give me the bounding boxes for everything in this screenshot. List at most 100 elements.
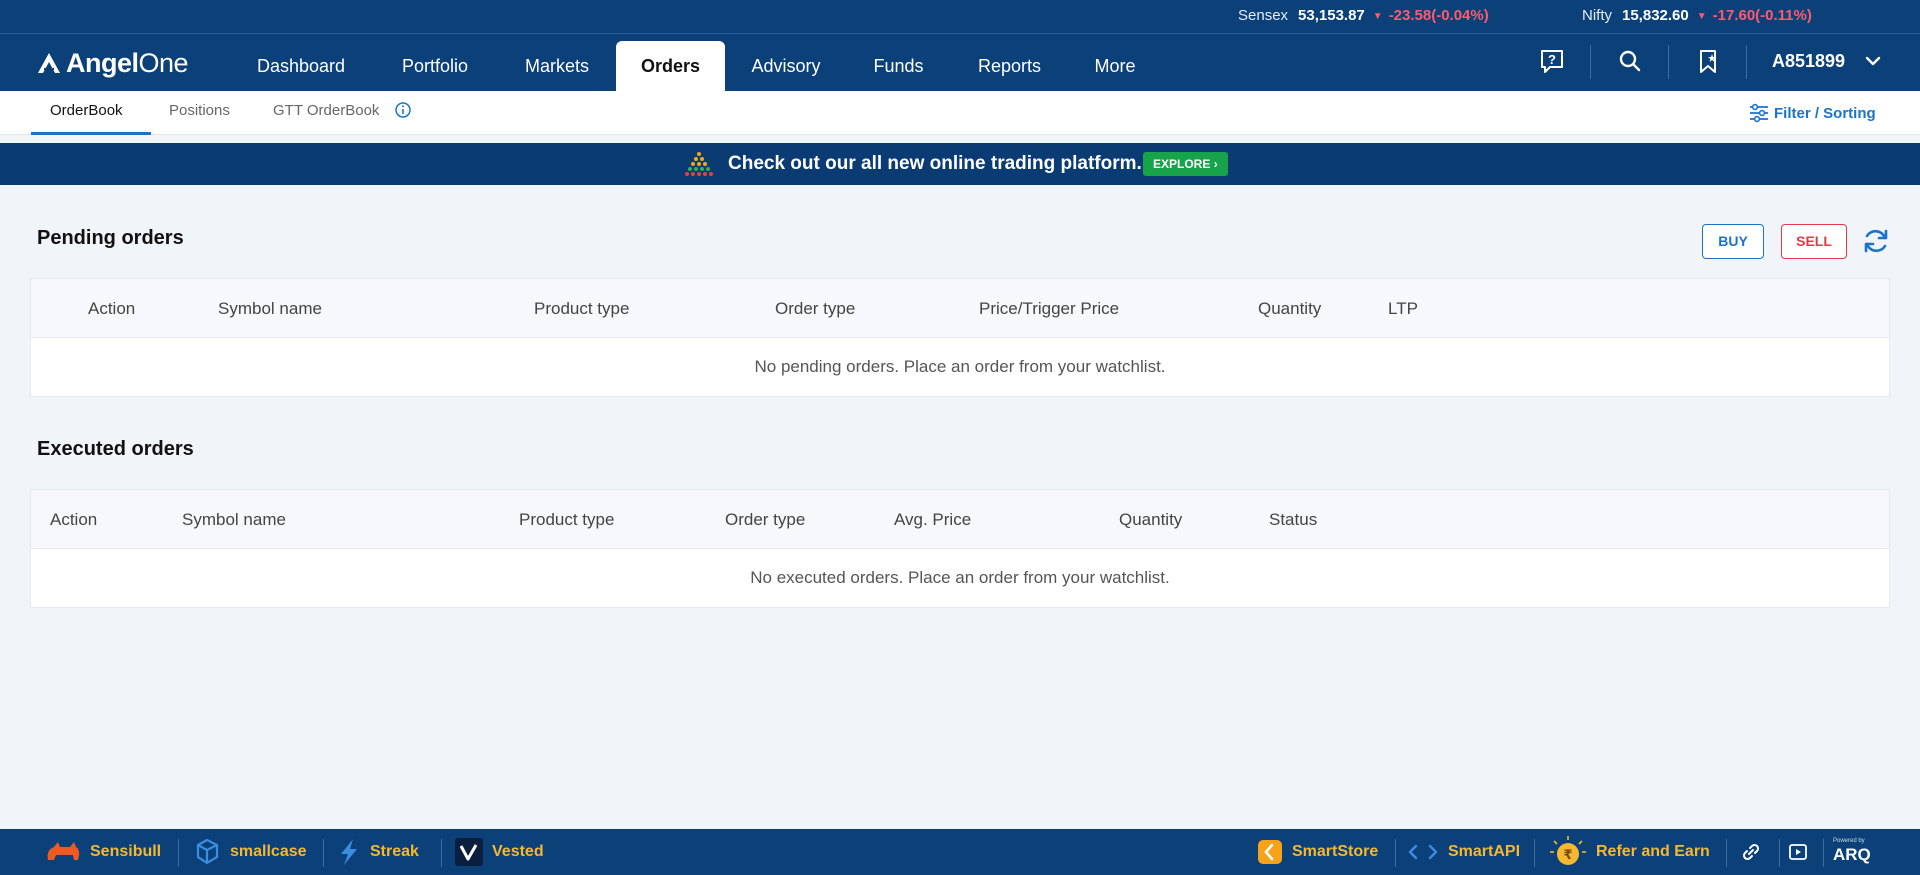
explore-button[interactable]: EXPLORE › bbox=[1143, 152, 1228, 176]
column-header[interactable]: Action bbox=[88, 299, 135, 319]
buy-button[interactable]: BUY bbox=[1702, 224, 1764, 259]
column-header[interactable]: Quantity bbox=[1258, 299, 1321, 319]
svg-text:₹: ₹ bbox=[1563, 848, 1572, 863]
chevron-down-icon[interactable] bbox=[1864, 52, 1882, 70]
nav-divider bbox=[1746, 45, 1747, 79]
banner-text: Check out our all new online trading pla… bbox=[728, 153, 1142, 174]
nav-markets[interactable]: Markets bbox=[502, 41, 612, 91]
empty-state-text: No executed orders. Place an order from … bbox=[750, 568, 1170, 587]
nav-portfolio[interactable]: Portfolio bbox=[375, 41, 495, 91]
footer-bar: Sensibull smallcase Streak Vested SmartS… bbox=[0, 829, 1920, 875]
footer-divider bbox=[1726, 839, 1727, 867]
nifty-value: 15,832.60 bbox=[1622, 7, 1689, 24]
down-arrow-icon: ▼ bbox=[1696, 11, 1707, 22]
powered-by-label: Powered by bbox=[1833, 838, 1865, 844]
sensex-value: 53,153.87 bbox=[1298, 7, 1365, 24]
tab-orderbook[interactable]: OrderBook bbox=[50, 102, 123, 119]
info-icon[interactable] bbox=[394, 101, 412, 119]
filter-sorting-button[interactable]: Filter / Sorting bbox=[1748, 102, 1876, 124]
sensex-ticker[interactable]: Sensex 53,153.87 ▼ -23.58(-0.04%) bbox=[1238, 7, 1489, 24]
table-header: Action Symbol name Product type Order ty… bbox=[31, 490, 1889, 549]
footer-smallcase[interactable]: smallcase bbox=[192, 837, 307, 867]
sensex-change: -23.58(-0.04%) bbox=[1388, 7, 1489, 24]
smallcase-icon bbox=[196, 838, 219, 865]
filter-icon bbox=[1750, 103, 1768, 123]
footer-divider bbox=[323, 839, 324, 867]
column-header[interactable]: Avg. Price bbox=[894, 510, 971, 530]
sell-button[interactable]: SELL bbox=[1781, 224, 1847, 259]
nav-divider bbox=[1590, 45, 1591, 79]
nifty-label: Nifty bbox=[1582, 7, 1612, 24]
footer-divider bbox=[1779, 839, 1780, 867]
column-header[interactable]: Product type bbox=[534, 299, 629, 319]
search-icon[interactable] bbox=[1615, 46, 1645, 76]
footer-streak[interactable]: Streak bbox=[336, 837, 419, 867]
footer-smartapi[interactable]: SmartAPI bbox=[1406, 837, 1520, 867]
column-header[interactable]: Symbol name bbox=[182, 510, 286, 530]
nifty-change: -17.60(-0.11%) bbox=[1712, 7, 1812, 24]
footer-divider bbox=[178, 839, 179, 867]
nav-funds[interactable]: Funds bbox=[860, 41, 937, 91]
chevron-right-icon: › bbox=[1213, 157, 1218, 171]
active-tab-underline bbox=[31, 132, 151, 135]
footer-vested[interactable]: Vested bbox=[454, 837, 544, 867]
footer-divider bbox=[1823, 839, 1824, 867]
column-header[interactable]: Product type bbox=[519, 510, 614, 530]
nav-reports[interactable]: Reports bbox=[963, 41, 1056, 91]
arq-logo[interactable]: Powered by ARQ bbox=[1833, 837, 1871, 867]
smartstore-icon bbox=[1258, 840, 1282, 864]
code-brackets-icon bbox=[1408, 844, 1438, 860]
play-icon[interactable] bbox=[1788, 842, 1808, 862]
column-header[interactable]: Status bbox=[1269, 510, 1317, 530]
sensibull-icon bbox=[47, 842, 80, 860]
column-header[interactable]: Symbol name bbox=[218, 299, 322, 319]
watchlist-icon[interactable] bbox=[1693, 46, 1723, 76]
nifty-ticker[interactable]: Nifty 15,832.60 ▼ -17.60(-0.11%) bbox=[1582, 7, 1812, 24]
nav-orders[interactable]: Orders bbox=[616, 41, 725, 91]
pending-orders-table: Action Symbol name Product type Order ty… bbox=[30, 278, 1890, 397]
column-header[interactable]: Order type bbox=[775, 299, 855, 319]
executed-orders-title: Executed orders bbox=[37, 438, 194, 460]
table-header: Action Symbol name Product type Order ty… bbox=[31, 279, 1889, 338]
pending-orders-title: Pending orders bbox=[37, 227, 184, 249]
nav-dashboard[interactable]: Dashboard bbox=[233, 41, 369, 91]
streak-icon bbox=[341, 839, 357, 865]
rupee-coin-icon: ₹ bbox=[1550, 836, 1586, 865]
angelone-logo[interactable]: AngelOne bbox=[36, 47, 189, 78]
column-header[interactable]: Quantity bbox=[1119, 510, 1182, 530]
tab-gtt-orderbook[interactable]: GTT OrderBook bbox=[273, 102, 379, 119]
sensex-label: Sensex bbox=[1238, 7, 1289, 24]
filter-sorting-label: Filter / Sorting bbox=[1774, 104, 1876, 122]
nav-more[interactable]: More bbox=[1082, 41, 1148, 91]
footer-sensibull[interactable]: Sensibull bbox=[44, 837, 161, 867]
down-arrow-icon: ▼ bbox=[1372, 11, 1383, 22]
refresh-icon[interactable] bbox=[1861, 226, 1891, 256]
svg-text:?: ? bbox=[1548, 52, 1556, 67]
footer-divider bbox=[1534, 839, 1535, 867]
footer-smartstore[interactable]: SmartStore bbox=[1256, 837, 1378, 867]
logo-text: AngelOne bbox=[66, 47, 189, 78]
orders-subtabs: OrderBook Positions GTT OrderBook Filter… bbox=[0, 91, 1920, 135]
column-header[interactable]: Action bbox=[50, 510, 97, 530]
help-icon[interactable]: ? bbox=[1537, 46, 1567, 76]
main-navbar: AngelOne Dashboard Portfolio Markets Ord… bbox=[0, 34, 1920, 91]
tab-positions[interactable]: Positions bbox=[169, 102, 230, 119]
link-icon[interactable] bbox=[1741, 842, 1761, 862]
promo-banner[interactable]: Check out our all new online trading pla… bbox=[0, 143, 1920, 185]
nav-divider bbox=[1668, 45, 1669, 79]
arq-label: ARQ bbox=[1833, 845, 1871, 864]
column-header[interactable]: LTP bbox=[1388, 299, 1418, 319]
footer-divider bbox=[1395, 839, 1396, 867]
vested-icon bbox=[455, 838, 483, 866]
footer-refer-and-earn[interactable]: ₹ Refer and Earn bbox=[1548, 836, 1710, 867]
executed-orders-table: Action Symbol name Product type Order ty… bbox=[30, 489, 1890, 608]
column-header[interactable]: Price/Trigger Price bbox=[979, 299, 1119, 319]
footer-divider bbox=[441, 839, 442, 867]
pyramid-logo-icon bbox=[685, 152, 713, 176]
nav-advisory[interactable]: Advisory bbox=[735, 41, 837, 91]
logo-icon bbox=[38, 53, 60, 73]
empty-state-text: No pending orders. Place an order from y… bbox=[754, 357, 1166, 376]
column-header[interactable]: Order type bbox=[725, 510, 805, 530]
account-id[interactable]: A851899 bbox=[1772, 51, 1845, 72]
market-ticker: Sensex 53,153.87 ▼ -23.58(-0.04%) Nifty 15,8… bbox=[0, 0, 1920, 34]
